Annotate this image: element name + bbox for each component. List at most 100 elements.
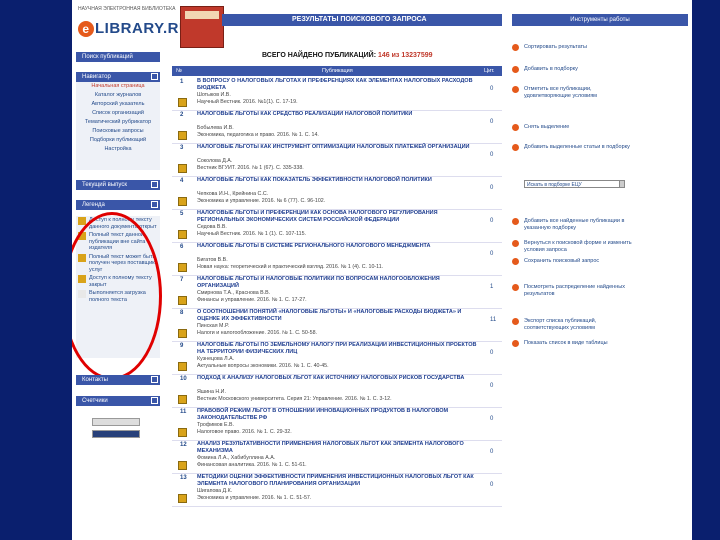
nav-item-collections[interactable]: Подборки публикаций	[76, 136, 160, 145]
fulltext-icon[interactable]	[178, 197, 187, 206]
fulltext-icon[interactable]	[178, 329, 187, 338]
citation-count[interactable]: 0	[490, 86, 493, 92]
nav-item-journals[interactable]: Каталог журналов	[76, 91, 160, 100]
publication-source[interactable]: Финансы и управление. 2016. № 1. С. 17-2…	[197, 297, 482, 303]
publication-authors[interactable]: Бобылева И.В.	[197, 125, 482, 131]
table-row[interactable]: 13 МЕТОДИКИ ОЦЕНКИ ЭФФЕКТИВНОСТИ ПРИМЕНЕН…	[172, 474, 502, 507]
tool-label[interactable]: Отметить все публикации, удовлетворяющие…	[524, 86, 634, 99]
publication-source[interactable]: Экономика, педагогика и право. 2016. № 1…	[197, 132, 482, 138]
citation-count[interactable]: 0	[490, 119, 493, 125]
publication-title[interactable]: О СООТНОШЕНИИ ПОНЯТИЙ «НАЛОГОВЫЕ ЛЬГОТЫ»…	[197, 309, 482, 322]
table-row[interactable]: 5 НАЛОГОВЫЕ ЛЬГОТЫ И ПРЕФЕРЕНЦИИ КАК ОСНО…	[172, 210, 502, 243]
fulltext-icon[interactable]	[178, 494, 187, 503]
publication-source[interactable]: Вестник ВГУИТ. 2016. № 1 (67). С. 335-33…	[197, 165, 482, 171]
publication-title[interactable]: НАЛОГОВЫЕ ЛЬГОТЫ В СИСТЕМЕ РЕГИОНАЛЬНОГО…	[197, 243, 482, 250]
tool-label[interactable]: Экспорт списка публикаций, соответствующ…	[524, 318, 634, 331]
citation-count[interactable]: 0	[490, 482, 493, 488]
citation-count[interactable]: 11	[490, 317, 496, 323]
citation-count[interactable]: 0	[490, 152, 493, 158]
publication-title[interactable]: НАЛОГОВЫЕ ЛЬГОТЫ И НАЛОГОВЫЕ ПОЛИТИКИ ПО…	[197, 276, 482, 289]
publication-title[interactable]: НАЛОГОВЫЕ ЛЬГОТЫ КАК ПОКАЗАТЕЛЬ ЭФФЕКТИВ…	[197, 177, 482, 184]
publication-authors[interactable]: Чепкова И.Н., Крейнина С.С.	[197, 191, 482, 197]
chevron-down-icon[interactable]	[619, 180, 625, 188]
publication-title[interactable]: НАЛОГОВЫЕ ЛЬГОТЫ ПО ЗЕМЕЛЬНОМУ НАЛОГУ ПР…	[197, 342, 482, 355]
publication-authors[interactable]: Яшина Н.И.	[197, 389, 482, 395]
publication-source[interactable]: Новая наука: теоретический и практически…	[197, 264, 482, 270]
table-row[interactable]: 12 АНАЛИЗ РЕЗУЛЬТАТИВНОСТИ ПРИМЕНЕНИЯ НАЛ…	[172, 441, 502, 474]
nav-item-settings[interactable]: Настройка	[76, 145, 160, 154]
table-row[interactable]: 2 НАЛОГОВЫЕ ЛЬГОТЫ КАК СРЕДСТВО РЕАЛИЗАЦИ…	[172, 111, 502, 144]
publication-title[interactable]: НАЛОГОВЫЕ ЛЬГОТЫ И ПРЕФЕРЕНЦИИ КАК ОСНОВ…	[197, 210, 482, 223]
publication-source[interactable]: Актуальные вопросы экономики. 2016. № 1.…	[197, 363, 482, 369]
publication-source[interactable]: Научный Вестник. 2016. №1(1). С. 17-19.	[197, 99, 482, 105]
fulltext-icon[interactable]	[178, 263, 187, 272]
publication-authors[interactable]: Смирнова Т.А., Краснова В.В.	[197, 290, 482, 296]
publication-authors[interactable]: Кузнецова Л.А.	[197, 356, 482, 362]
nav-item-home[interactable]: Начальная страница	[76, 82, 160, 91]
publication-title[interactable]: НАЛОГОВЫЕ ЛЬГОТЫ КАК СРЕДСТВО РЕАЛИЗАЦИИ…	[197, 111, 482, 118]
fulltext-icon[interactable]	[178, 230, 187, 239]
publication-authors[interactable]: Шотыков И.В.	[197, 92, 482, 98]
fulltext-icon[interactable]	[178, 296, 187, 305]
publication-authors[interactable]: Трофимов Е.В.	[197, 422, 482, 428]
citation-count[interactable]: 0	[490, 251, 493, 257]
citation-count[interactable]: 0	[490, 416, 493, 422]
publication-authors[interactable]: Шигапова Д.К.	[197, 488, 482, 494]
tool-label[interactable]: Сортировать результаты	[524, 44, 634, 51]
fulltext-icon[interactable]	[178, 131, 187, 140]
navigator-button[interactable]: Навигатор	[76, 72, 160, 82]
fulltext-icon[interactable]	[178, 461, 187, 470]
nav-item-rubricator[interactable]: Тематический рубрикатор	[76, 118, 160, 127]
tool-label[interactable]: Вернуться к поисковой форме и изменить у…	[524, 240, 634, 253]
collection-select[interactable]: Искать в подборке ЕЦУ	[524, 180, 624, 188]
collapse-icon[interactable]	[151, 376, 158, 383]
citation-count[interactable]: 0	[490, 350, 493, 356]
table-row[interactable]: 8 О СООТНОШЕНИИ ПОНЯТИЙ «НАЛОГОВЫЕ ЛЬГОТЫ…	[172, 309, 502, 342]
fulltext-icon[interactable]	[178, 395, 187, 404]
tool-label[interactable]: Добавить все найденные публикации в указ…	[524, 218, 634, 231]
publication-source[interactable]: Экономика и управление. 2016. № 6 (77). …	[197, 198, 482, 204]
citation-count[interactable]: 0	[490, 218, 493, 224]
nav-item-organizations[interactable]: Список организаций	[76, 109, 160, 118]
fulltext-icon[interactable]	[178, 362, 187, 371]
collapse-icon[interactable]	[151, 201, 158, 208]
publication-source[interactable]: Налоговое право. 2016. № 1. С. 29-32.	[197, 429, 482, 435]
brand-logo[interactable]: e LIBRARY.RU	[78, 20, 190, 37]
fulltext-icon[interactable]	[178, 428, 187, 437]
citation-count[interactable]: 1	[490, 284, 493, 290]
publication-authors[interactable]: Пинская М.Р.	[197, 323, 482, 329]
collapse-icon[interactable]	[151, 181, 158, 188]
collapse-icon[interactable]	[151, 397, 158, 404]
publication-title[interactable]: НАЛОГОВЫЕ ЛЬГОТЫ КАК ИНСТРУМЕНТ ОПТИМИЗА…	[197, 144, 482, 151]
current-issue-button[interactable]: Текущий выпуск	[76, 180, 160, 190]
counters-button[interactable]: Счетчики	[76, 396, 160, 406]
contacts-button[interactable]: Контакты	[76, 375, 160, 385]
publication-source[interactable]: Налоги и налогообложение. 2016. № 1. С. …	[197, 330, 482, 336]
table-row[interactable]: 7 НАЛОГОВЫЕ ЛЬГОТЫ И НАЛОГОВЫЕ ПОЛИТИКИ П…	[172, 276, 502, 309]
tool-label[interactable]: Добавить в подборку	[524, 66, 634, 73]
publication-title[interactable]: ПОДХОД К АНАЛИЗУ НАЛОГОВЫХ ЛЬГОТ КАК ИСТ…	[197, 375, 482, 382]
citation-count[interactable]: 0	[490, 185, 493, 191]
publication-title[interactable]: МЕТОДИКИ ОЦЕНКИ ЭФФЕКТИВНОСТИ ПРИМЕНЕНИЯ…	[197, 474, 482, 487]
publication-authors[interactable]: Седова В.В.	[197, 224, 482, 230]
tool-label[interactable]: Показать список в виде таблицы	[524, 340, 634, 347]
tool-label[interactable]: Сохранить поисковый запрос	[524, 258, 634, 265]
tool-label[interactable]: Снять выделение	[524, 124, 634, 131]
legend-button[interactable]: Легенда	[76, 200, 160, 210]
table-row[interactable]: 10 ПОДХОД К АНАЛИЗУ НАЛОГОВЫХ ЛЬГОТ КАК И…	[172, 375, 502, 408]
citation-count[interactable]: 0	[490, 449, 493, 455]
publication-source[interactable]: Экономика и управление. 2016. № 1. С. 51…	[197, 495, 482, 501]
table-row[interactable]: 9 НАЛОГОВЫЕ ЛЬГОТЫ ПО ЗЕМЕЛЬНОМУ НАЛОГУ П…	[172, 342, 502, 375]
publication-authors[interactable]: Фомина Л.А., Хабибуллина А.А.	[197, 455, 482, 461]
publication-title[interactable]: АНАЛИЗ РЕЗУЛЬТАТИВНОСТИ ПРИМЕНЕНИЯ НАЛОГ…	[197, 441, 482, 454]
fulltext-icon[interactable]	[178, 164, 187, 173]
publication-source[interactable]: Вестник Московского университета. Серия …	[197, 396, 482, 402]
fulltext-icon[interactable]	[178, 98, 187, 107]
table-row[interactable]: 1 В ВОПРОСУ О НАЛОГОВЫХ ЛЬГОТАХ И ПРЕФЕРЕ…	[172, 78, 502, 111]
publication-source[interactable]: Научный Вестник. 2016. № 1 (1). С. 107-1…	[197, 231, 482, 237]
citation-count[interactable]: 0	[490, 383, 493, 389]
tool-label[interactable]: Посмотреть распределение найденных резул…	[524, 284, 634, 297]
table-row[interactable]: 11 ПРАВОВОЙ РЕЖИМ ЛЬГОТ В ОТНОШЕНИИ ИННОВ…	[172, 408, 502, 441]
publication-source[interactable]: Финансовая аналитика. 2016. № 1. С. 51-6…	[197, 462, 482, 468]
publication-title[interactable]: В ВОПРОСУ О НАЛОГОВЫХ ЛЬГОТАХ И ПРЕФЕРЕН…	[197, 78, 482, 91]
